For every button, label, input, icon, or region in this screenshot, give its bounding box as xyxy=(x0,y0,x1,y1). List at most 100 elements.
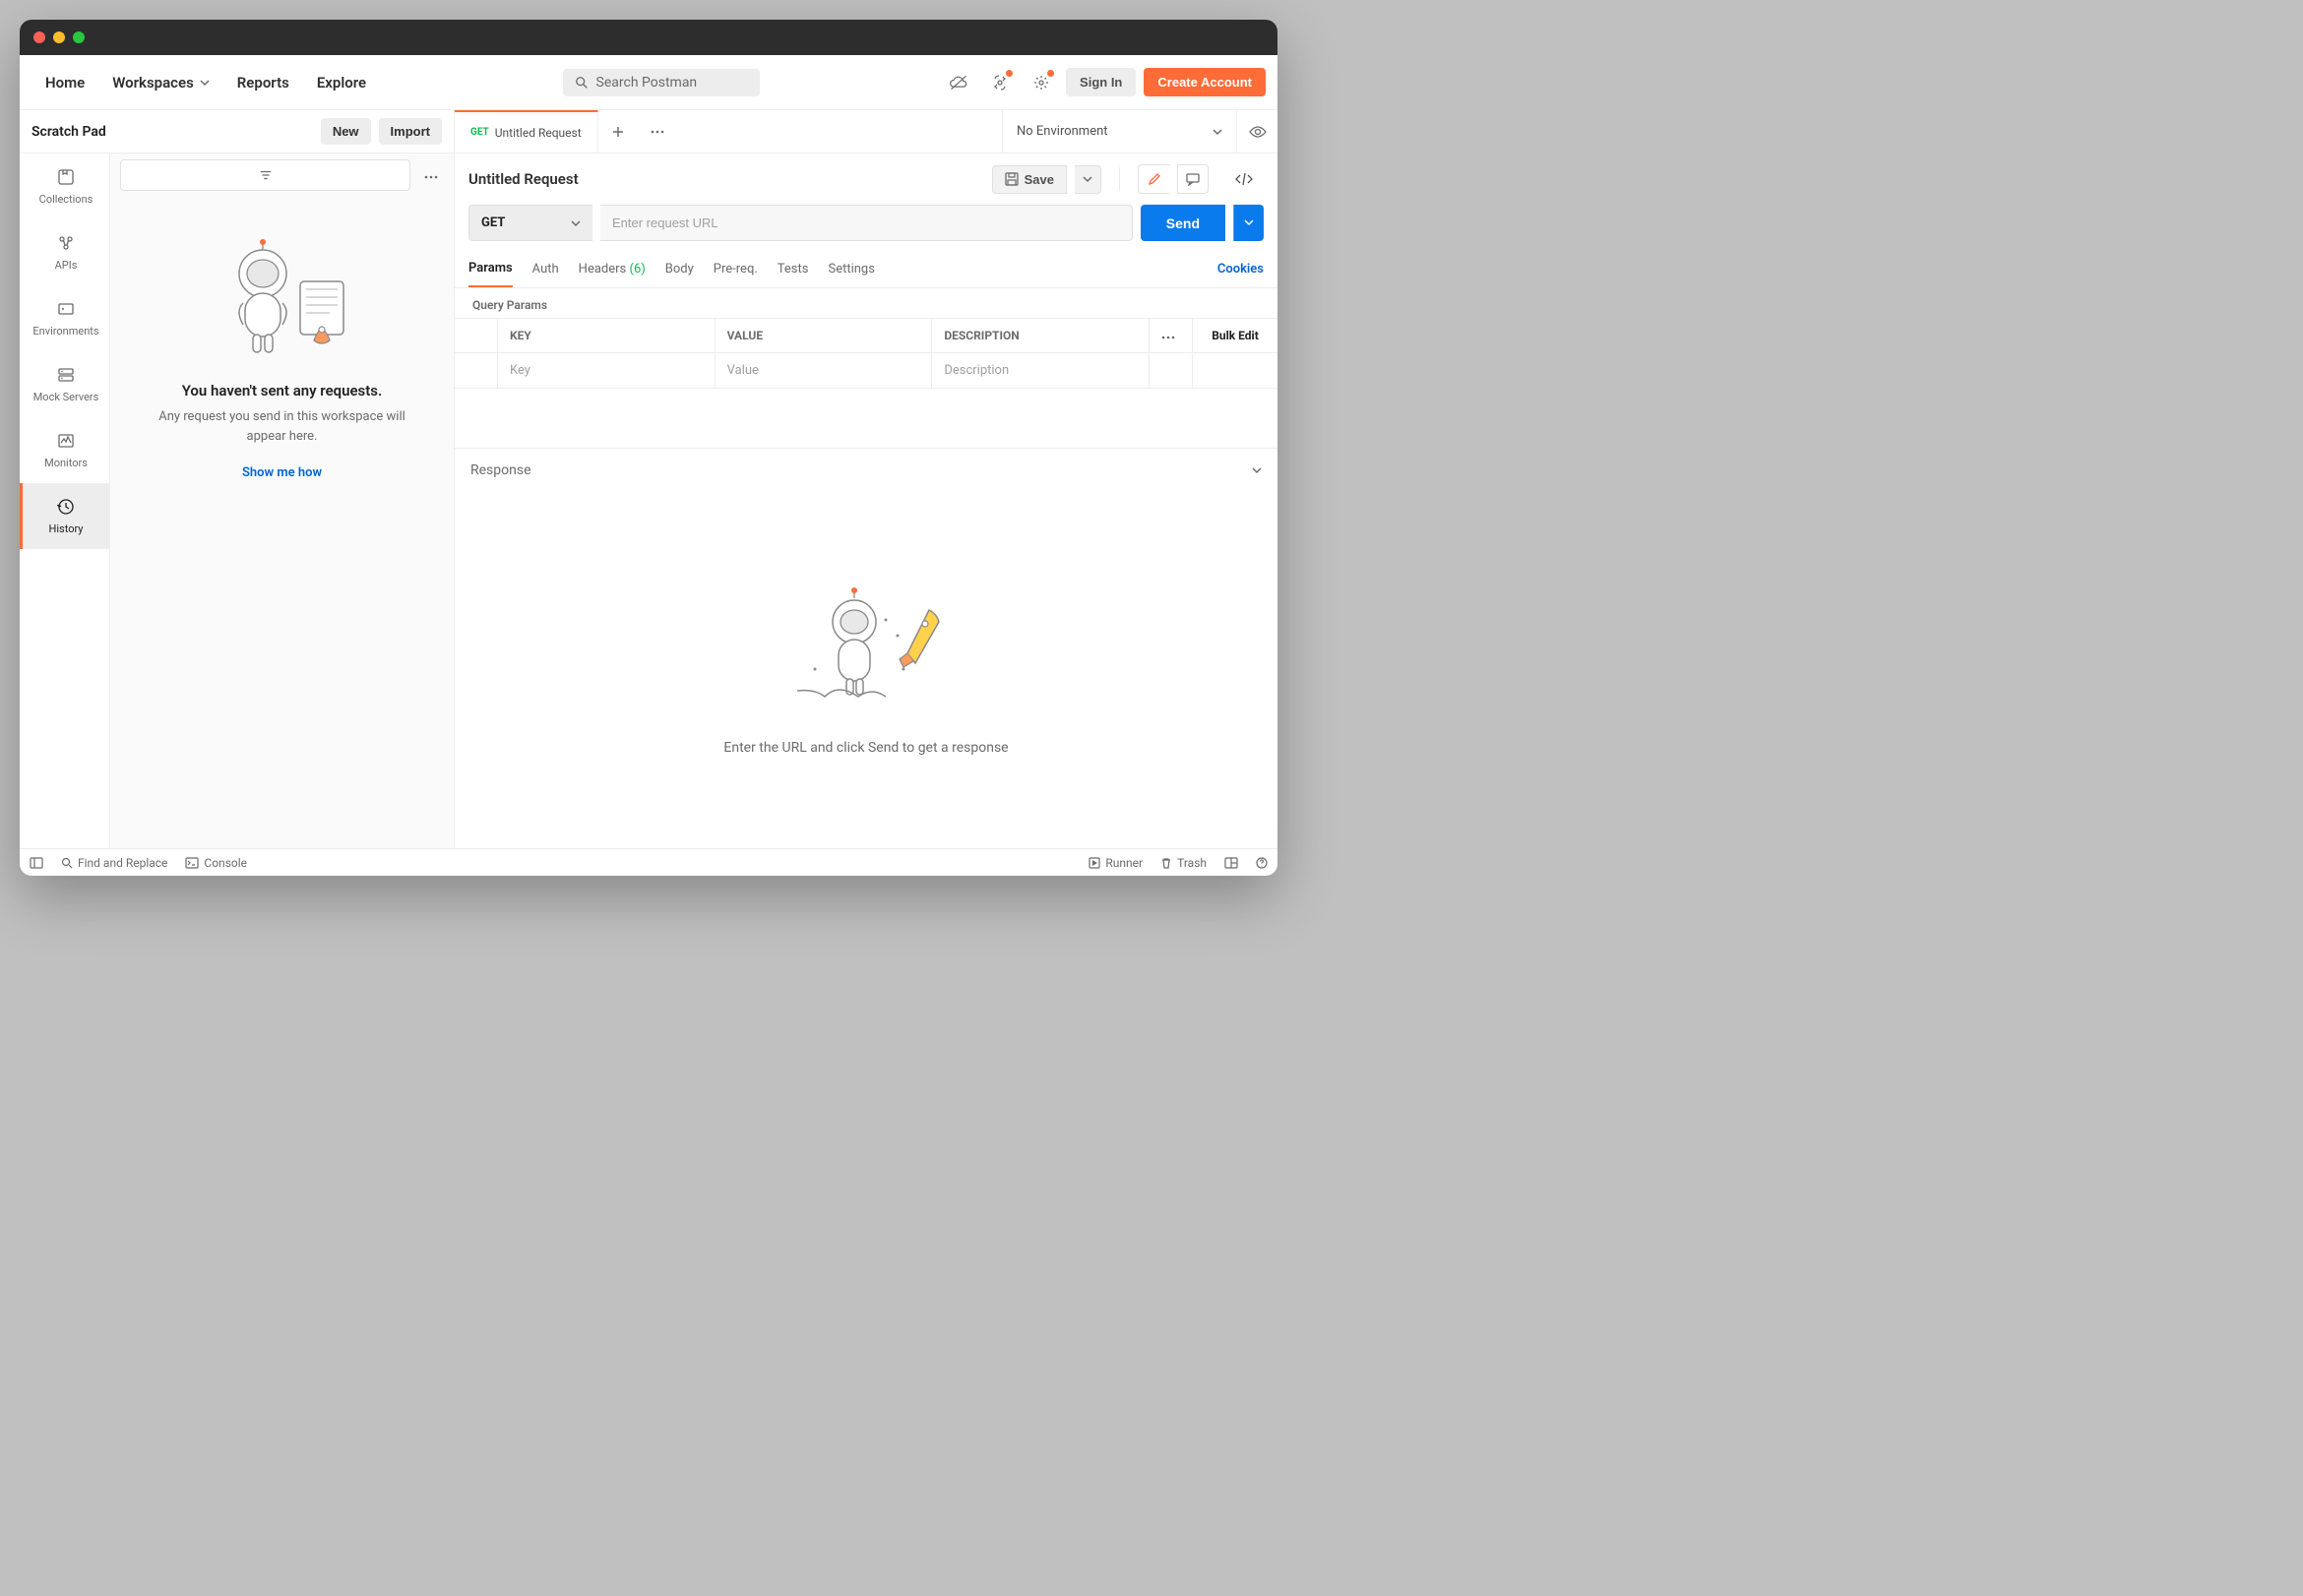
trash-icon xyxy=(1160,857,1172,869)
response-header: Response xyxy=(455,448,1277,492)
method-dropdown[interactable]: GET xyxy=(468,205,592,241)
environment-preview-button[interactable] xyxy=(1236,110,1277,153)
sidebar-header: Scratch Pad New Import xyxy=(20,110,454,153)
more-icon xyxy=(424,175,438,179)
response-label: Response xyxy=(470,462,531,478)
runner-label: Runner xyxy=(1105,856,1143,870)
chevron-down-icon xyxy=(1244,217,1254,227)
col-key: KEY xyxy=(498,319,716,352)
panel-icon xyxy=(30,857,43,869)
apis-icon xyxy=(56,233,76,253)
console-button[interactable]: Console xyxy=(185,856,247,870)
sidebar-item-monitors[interactable]: Monitors xyxy=(20,417,109,483)
signin-button[interactable]: Sign In xyxy=(1066,68,1136,96)
layout-button[interactable] xyxy=(1224,857,1238,869)
comment-icon xyxy=(1186,172,1200,186)
trash-label: Trash xyxy=(1177,856,1207,870)
tab-body[interactable]: Body xyxy=(665,252,694,286)
empty-title: You haven't sent any requests. xyxy=(182,382,383,399)
titlebar xyxy=(20,20,1277,55)
save-button[interactable]: Save xyxy=(992,165,1067,194)
tab-settings[interactable]: Settings xyxy=(828,252,874,286)
col-desc: DESCRIPTION xyxy=(932,319,1150,352)
search-icon xyxy=(61,857,73,869)
show-me-how-link[interactable]: Show me how xyxy=(242,465,322,480)
environment-dropdown[interactable]: No Environment xyxy=(1002,110,1236,153)
tab-headers[interactable]: Headers (6) xyxy=(579,252,646,286)
workspaces-label: Workspaces xyxy=(112,74,194,92)
sidebar-more-button[interactable] xyxy=(418,167,444,183)
reports-nav[interactable]: Reports xyxy=(223,66,303,99)
settings-icon[interactable] xyxy=(1025,68,1058,97)
iconbar-label: Mock Servers xyxy=(33,391,99,403)
code-sidebar-button[interactable] xyxy=(1224,172,1264,186)
tab-auth[interactable]: Auth xyxy=(532,252,559,286)
request-title[interactable]: Untitled Request xyxy=(468,170,984,188)
sidebar-item-collections[interactable]: Collections xyxy=(20,153,109,219)
find-replace-button[interactable]: Find and Replace xyxy=(61,856,167,870)
chevron-down-icon xyxy=(1083,174,1092,184)
request-tabbar: GET Untitled Request No Environment xyxy=(455,110,1277,153)
minimize-window-button[interactable] xyxy=(53,31,65,43)
method-label: GET xyxy=(481,215,505,230)
help-icon xyxy=(1256,857,1268,869)
request-tab[interactable]: GET Untitled Request xyxy=(455,110,598,153)
toggle-sidebar-button[interactable] xyxy=(30,857,43,869)
request-option-tabs: Params Auth Headers (6) Body Pre-req. Te… xyxy=(455,251,1277,288)
response-empty-text: Enter the URL and click Send to get a re… xyxy=(723,740,1008,756)
documentation-button[interactable] xyxy=(1138,164,1169,194)
collapse-icon[interactable] xyxy=(1252,465,1262,475)
home-nav[interactable]: Home xyxy=(31,66,98,99)
mock-servers-icon xyxy=(56,365,76,385)
search-box[interactable]: Search Postman xyxy=(563,69,760,96)
comments-button[interactable] xyxy=(1177,164,1209,194)
filter-input[interactable] xyxy=(120,159,410,191)
send-button[interactable]: Send xyxy=(1141,205,1225,241)
sidebar-item-environments[interactable]: Environments xyxy=(20,285,109,351)
col-value: VALUE xyxy=(716,319,933,352)
desc-input[interactable]: Description xyxy=(932,352,1150,388)
tab-prereq[interactable]: Pre-req. xyxy=(714,252,758,286)
send-dropdown-button[interactable] xyxy=(1233,205,1264,241)
layout-icon xyxy=(1224,857,1238,869)
notification-dot xyxy=(1047,70,1054,77)
tab-params[interactable]: Params xyxy=(468,251,513,287)
help-button[interactable] xyxy=(1256,857,1268,869)
find-replace-label: Find and Replace xyxy=(78,856,167,870)
environment-label: No Environment xyxy=(1017,124,1108,139)
explore-nav[interactable]: Explore xyxy=(303,66,380,99)
history-icon xyxy=(56,497,76,517)
key-input[interactable]: Key xyxy=(498,352,716,388)
url-input[interactable] xyxy=(600,205,1133,241)
iconbar-label: APIs xyxy=(55,259,78,272)
runner-button[interactable]: Runner xyxy=(1089,856,1143,870)
create-account-button[interactable]: Create Account xyxy=(1144,68,1266,96)
tab-more-button[interactable] xyxy=(638,110,677,153)
bulk-edit-button[interactable]: Bulk Edit xyxy=(1193,319,1277,352)
maximize-window-button[interactable] xyxy=(73,31,85,43)
capture-icon[interactable] xyxy=(983,68,1017,97)
new-button[interactable]: New xyxy=(321,118,371,145)
import-button[interactable]: Import xyxy=(379,118,442,145)
code-icon xyxy=(1235,172,1253,186)
notification-dot xyxy=(1006,70,1013,77)
new-tab-button[interactable] xyxy=(598,110,638,153)
pencil-icon xyxy=(1148,172,1161,186)
cookies-link[interactable]: Cookies xyxy=(1217,262,1264,276)
save-dropdown-button[interactable] xyxy=(1075,165,1101,194)
headers-count: (6) xyxy=(630,262,646,276)
param-row-empty[interactable]: Key Value Description xyxy=(455,352,1277,388)
close-window-button[interactable] xyxy=(33,31,45,43)
workspaces-nav[interactable]: Workspaces xyxy=(98,66,223,99)
col-more-button[interactable] xyxy=(1150,319,1193,352)
trash-button[interactable]: Trash xyxy=(1160,856,1207,870)
tab-tests[interactable]: Tests xyxy=(778,252,809,286)
value-input[interactable]: Value xyxy=(716,352,933,388)
sidebar-item-history[interactable]: History xyxy=(20,483,109,549)
console-label: Console xyxy=(204,856,247,870)
astronaut-icon xyxy=(214,236,351,364)
astronaut-rocket-icon xyxy=(778,584,955,722)
cloud-sync-icon[interactable] xyxy=(942,68,975,97)
sidebar-item-apis[interactable]: APIs xyxy=(20,219,109,285)
sidebar-item-mock-servers[interactable]: Mock Servers xyxy=(20,351,109,417)
